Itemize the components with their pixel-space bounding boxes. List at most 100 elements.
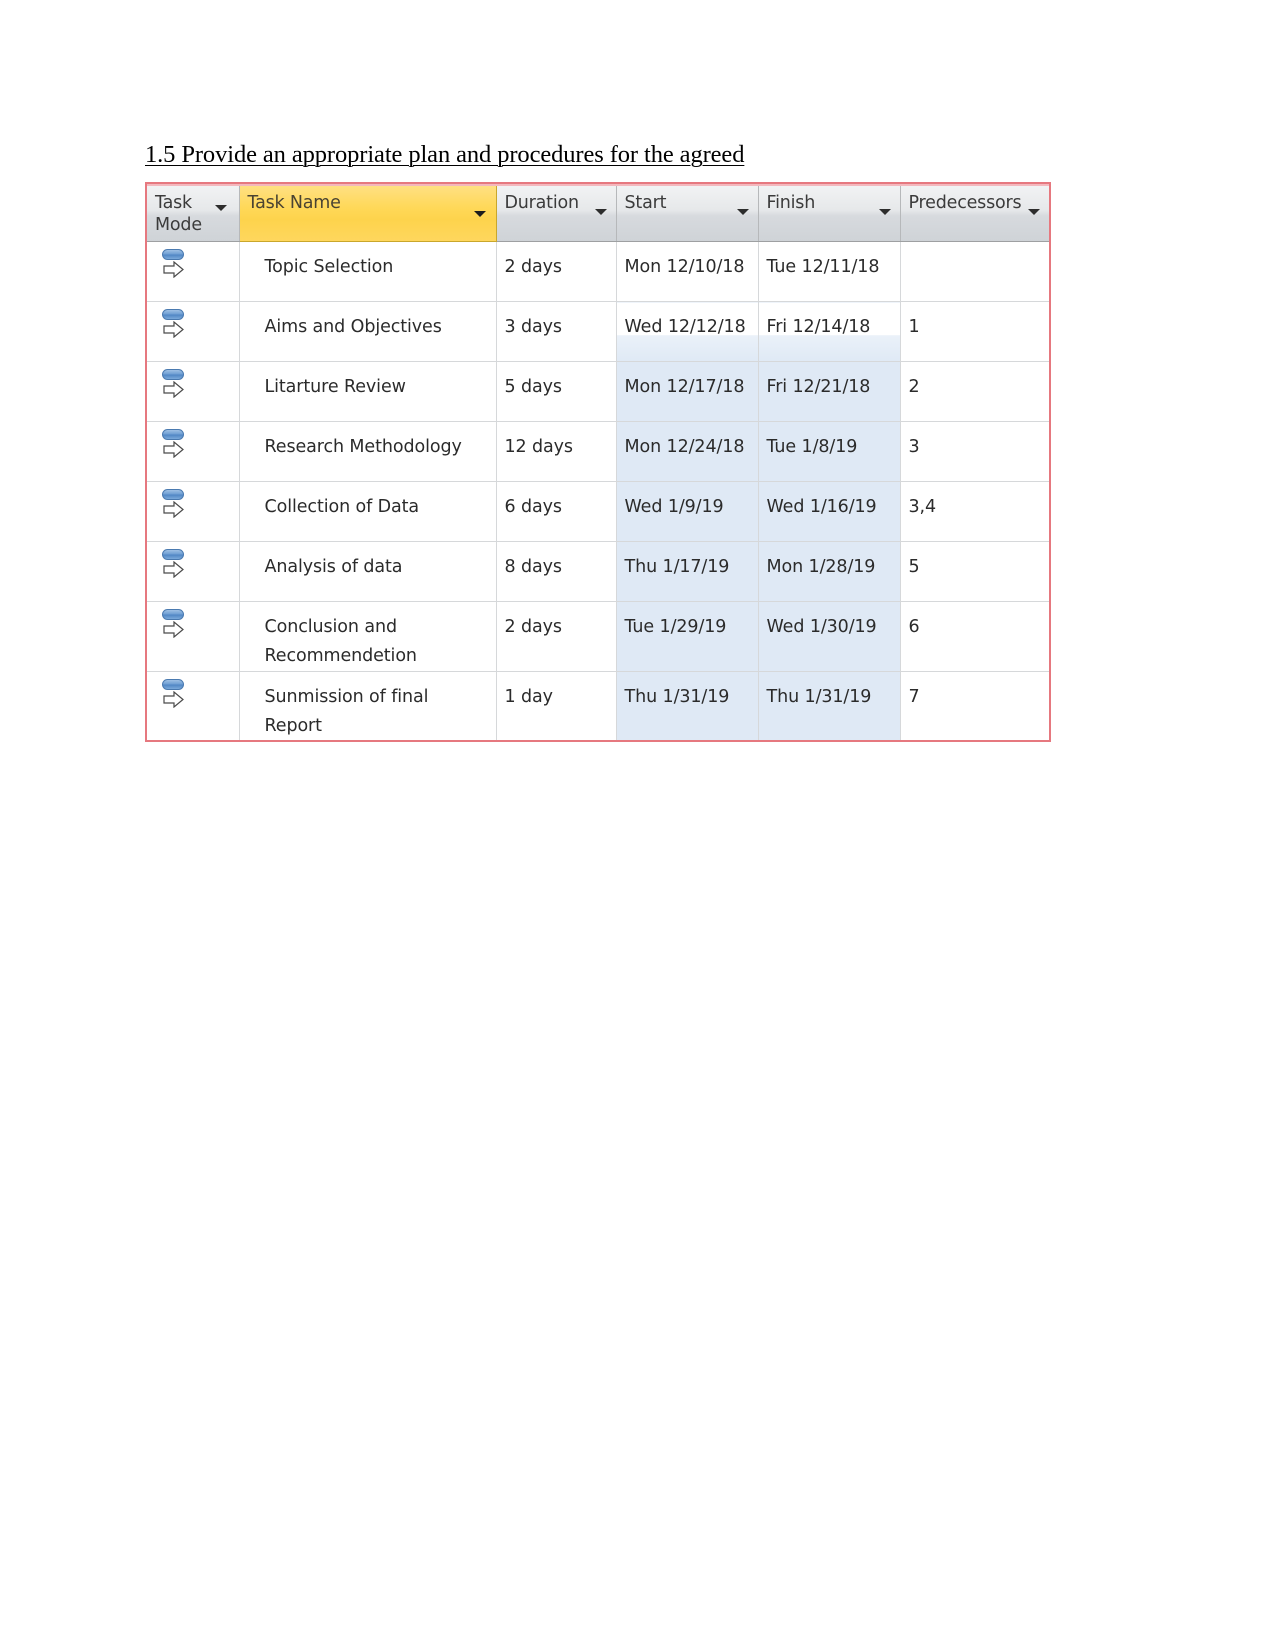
column-header-task-name[interactable]: Task Name: [238, 184, 497, 242]
table-row[interactable]: Sunmission of final Report 1 day Thu 1/31/…: [147, 671, 1049, 740]
cell-start-text: Mon 12/17/18: [624, 377, 745, 397]
column-header-task-mode[interactable]: Task Mode: [147, 184, 240, 242]
cell-duration-text: 1 day: [504, 687, 553, 707]
cell-task-name[interactable]: Sunmission of final Report: [239, 671, 497, 740]
cell-start-text: Thu 1/17/19: [624, 557, 730, 577]
cell-duration[interactable]: 6 days: [496, 481, 617, 542]
cell-start[interactable]: Thu 1/17/19: [616, 541, 759, 602]
cell-start[interactable]: Mon 12/24/18: [616, 421, 759, 482]
cell-duration-text: 3 days: [504, 317, 563, 337]
chevron-down-icon[interactable]: [214, 204, 227, 211]
page-title-text: 1.5 Provide an appropriate plan and proc…: [145, 141, 745, 168]
cell-task-name[interactable]: Research Methodology: [239, 421, 497, 482]
cell-predecessors[interactable]: 6: [900, 601, 1049, 672]
auto-scheduled-icon[interactable]: [160, 679, 190, 711]
column-header-finish[interactable]: Finish: [758, 184, 901, 242]
chevron-down-icon[interactable]: [594, 208, 607, 215]
cell-task-mode[interactable]: [147, 601, 240, 672]
column-header-start[interactable]: Start: [616, 184, 759, 242]
cell-start[interactable]: Tue 1/29/19: [616, 601, 759, 672]
cell-start[interactable]: Wed 12/12/18: [616, 301, 759, 362]
cell-predecessors[interactable]: 2: [900, 361, 1049, 422]
cell-finish[interactable]: Mon 1/28/19: [758, 541, 901, 602]
cell-task-mode[interactable]: [147, 421, 240, 482]
task-schedule-table: Task Mode Task Name Duration Start Finis…: [147, 184, 1049, 740]
cell-duration[interactable]: 8 days: [496, 541, 617, 602]
auto-scheduled-arrow: [163, 321, 184, 338]
auto-scheduled-icon[interactable]: [160, 429, 190, 461]
table-row[interactable]: Research Methodology 12 days Mon 12/24/18 T…: [147, 421, 1049, 482]
cell-finish[interactable]: Fri 12/21/18: [758, 361, 901, 422]
cell-duration-text: 8 days: [504, 557, 563, 577]
auto-scheduled-icon[interactable]: [160, 549, 190, 581]
cell-predecessors[interactable]: 3: [900, 421, 1049, 482]
auto-scheduled-arrow: [163, 441, 184, 458]
table-row[interactable]: Collection of Data 6 days Wed 1/9/19 Wed 1/…: [147, 481, 1049, 542]
cell-predecessors-text: 7: [908, 687, 920, 707]
table-row[interactable]: Topic Selection 2 days Mon 12/10/18 Tue 12/…: [147, 241, 1049, 302]
cell-task-mode[interactable]: [147, 481, 240, 542]
cell-predecessors-text: 5: [908, 557, 920, 577]
chevron-down-icon[interactable]: [1027, 208, 1040, 215]
cell-task-name[interactable]: Analysis of data: [239, 541, 497, 602]
cell-task-name[interactable]: Collection of Data: [239, 481, 497, 542]
cell-predecessors-text: 3,4: [908, 497, 937, 517]
cell-task-mode[interactable]: [147, 241, 240, 302]
project-table-container: Task Mode Task Name Duration Start Finis…: [147, 184, 1049, 740]
cell-predecessors[interactable]: 1: [900, 301, 1049, 362]
auto-scheduled-arrow: [163, 561, 184, 578]
project-schedule-screenshot: Task Mode Task Name Duration Start Finis…: [145, 182, 1051, 742]
auto-scheduled-arrow: [163, 621, 184, 638]
cell-task-name-text: Litarture Review: [264, 377, 406, 397]
cell-duration[interactable]: 3 days: [496, 301, 617, 362]
auto-scheduled-icon[interactable]: [160, 309, 190, 341]
cell-finish[interactable]: Wed 1/16/19: [758, 481, 901, 542]
cell-task-mode[interactable]: [147, 541, 240, 602]
cell-finish[interactable]: Thu 1/31/19: [758, 671, 901, 740]
cell-duration-text: 2 days: [504, 257, 563, 277]
cell-start[interactable]: Mon 12/10/18: [616, 241, 759, 302]
column-header-duration[interactable]: Duration: [496, 184, 617, 242]
chevron-down-icon[interactable]: [473, 211, 486, 217]
table-row[interactable]: Litarture Review 5 days Mon 12/17/18 Fri 12…: [147, 361, 1049, 422]
auto-scheduled-arrow: [163, 691, 184, 708]
column-header-task-name-label: Task Name: [247, 193, 341, 213]
cell-task-name[interactable]: Litarture Review: [239, 361, 497, 422]
chevron-down-icon[interactable]: [736, 208, 749, 215]
chevron-down-icon[interactable]: [878, 208, 891, 215]
cell-predecessors[interactable]: 5: [900, 541, 1049, 602]
cell-task-name[interactable]: Conclusion and Recommendetion: [239, 601, 497, 672]
cell-duration[interactable]: 12 days: [496, 421, 617, 482]
cell-start[interactable]: Mon 12/17/18: [616, 361, 759, 422]
cell-finish-text: Thu 1/31/19: [766, 687, 872, 707]
cell-predecessors[interactable]: 7: [900, 671, 1049, 740]
cell-finish-text: Fri 12/21/18: [766, 377, 871, 397]
cell-task-name[interactable]: Topic Selection: [239, 241, 497, 302]
auto-scheduled-icon[interactable]: [160, 489, 190, 521]
cell-task-name-text: Analysis of data: [264, 557, 403, 577]
table-row[interactable]: Conclusion and Recommendetion 2 days Tue 1…: [147, 601, 1049, 672]
cell-predecessors[interactable]: [900, 241, 1049, 302]
cell-duration[interactable]: 1 day: [496, 671, 617, 740]
auto-scheduled-icon[interactable]: [160, 609, 190, 641]
auto-scheduled-icon[interactable]: [160, 249, 190, 281]
cell-finish[interactable]: Tue 1/8/19: [758, 421, 901, 482]
cell-duration[interactable]: 5 days: [496, 361, 617, 422]
column-header-predecessors[interactable]: Predecessors: [900, 184, 1049, 242]
cell-duration[interactable]: 2 days: [496, 601, 617, 672]
cell-duration[interactable]: 2 days: [496, 241, 617, 302]
table-row[interactable]: Analysis of data 8 days Thu 1/17/19 Mon 1/2…: [147, 541, 1049, 602]
cell-start[interactable]: Wed 1/9/19: [616, 481, 759, 542]
cell-task-name[interactable]: Aims and Objectives: [239, 301, 497, 362]
cell-start[interactable]: Thu 1/31/19: [616, 671, 759, 740]
cell-task-mode[interactable]: [147, 671, 240, 740]
cell-finish[interactable]: Wed 1/30/19: [758, 601, 901, 672]
auto-scheduled-icon[interactable]: [160, 369, 190, 401]
cell-finish[interactable]: Fri 12/14/18: [758, 301, 901, 362]
auto-scheduled-bar: [162, 679, 184, 690]
cell-predecessors[interactable]: 3,4: [900, 481, 1049, 542]
cell-task-mode[interactable]: [147, 361, 240, 422]
cell-task-mode[interactable]: [147, 301, 240, 362]
table-row[interactable]: Aims and Objectives 3 days Wed 12/12/18 Fri…: [147, 301, 1049, 362]
cell-finish[interactable]: Tue 12/11/18: [758, 241, 901, 302]
